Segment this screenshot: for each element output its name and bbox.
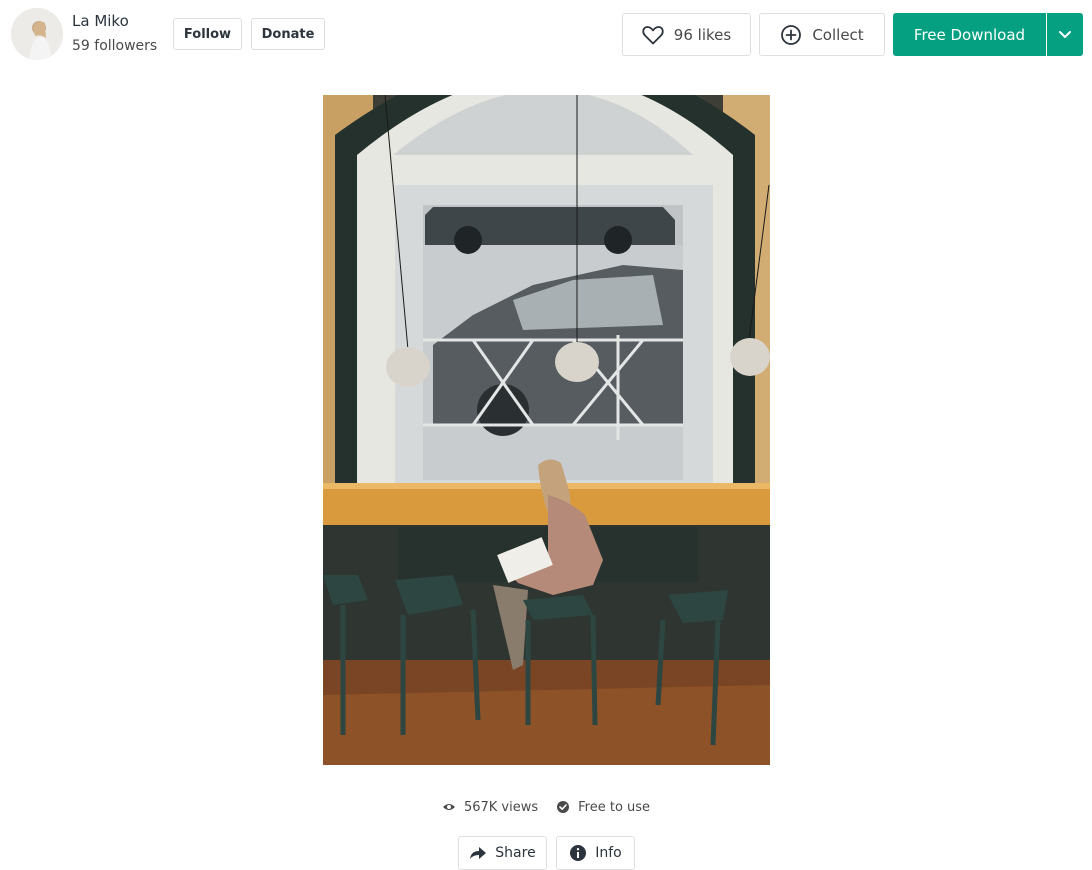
share-icon [470,847,487,859]
license-stat[interactable]: Free to use [556,800,650,815]
heart-icon [642,25,664,44]
main-photo[interactable] [323,95,770,765]
donate-button[interactable]: Donate [251,18,325,50]
views-stat: 567K views [442,800,538,815]
author-name[interactable]: La Miko [72,12,129,30]
photo-stats: 567K views Free to use [0,797,1092,817]
collect-button[interactable]: Collect [759,13,885,56]
free-download-button[interactable]: Free Download [893,13,1046,56]
likes-count: 96 likes [673,25,732,44]
avatar-image [11,8,63,60]
author-followers: 59 followers [72,38,158,54]
views-count: 567K views [463,799,539,815]
plus-circle-icon [781,24,802,45]
download-options-button[interactable] [1047,13,1083,56]
eye-icon [442,804,455,810]
like-button[interactable]: 96 likes [622,13,751,56]
info-icon [570,845,587,861]
collect-label: Collect [812,25,864,44]
share-label: Share [495,845,536,861]
license-label: Free to use [578,799,651,815]
share-button[interactable]: Share [458,836,547,870]
photo-header: La Miko 59 followers Follow Donate 96 li… [0,0,1092,70]
info-label: Info [595,845,622,861]
follow-button[interactable]: Follow [173,18,242,50]
info-button[interactable]: Info [556,836,635,870]
photo-image [323,95,770,765]
chevron-down-icon [1059,30,1071,38]
author-avatar[interactable] [11,8,63,60]
check-circle-icon [557,801,570,813]
